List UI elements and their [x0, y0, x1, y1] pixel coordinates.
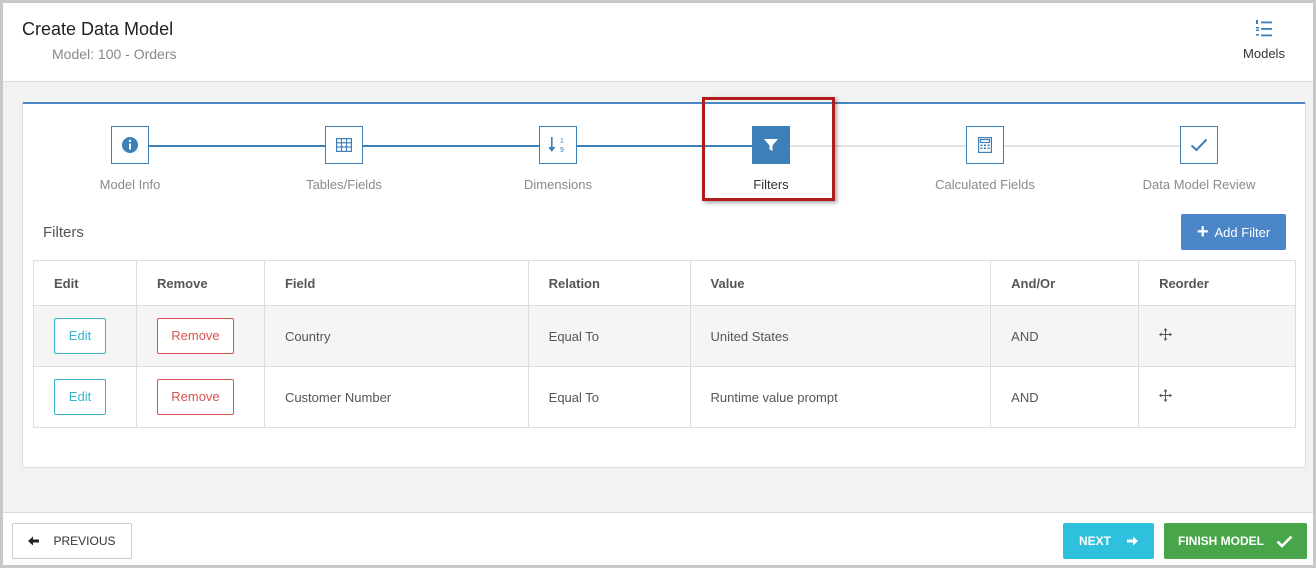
move-arrows-icon[interactable]	[1159, 328, 1173, 344]
column-header: Value	[689, 260, 992, 306]
step-connector	[149, 145, 325, 147]
step-label: Calculated Fields	[935, 177, 1035, 192]
page-subtitle: Model: 100 - Orders	[52, 46, 177, 62]
next-label: NEXT	[1078, 534, 1111, 548]
step-label: Filters	[753, 177, 789, 192]
reorder-cell	[1138, 366, 1296, 428]
add-filter-label: Add Filter	[1214, 224, 1271, 240]
column-header: And/Or	[990, 260, 1140, 306]
arrow-right-icon	[1127, 536, 1138, 546]
remove-button[interactable]: Remove	[156, 318, 234, 354]
step-label: Tables/Fields	[306, 177, 382, 192]
field-cell: Country	[263, 305, 529, 367]
page-title: Create Data Model	[22, 19, 174, 39]
step-connector	[363, 145, 539, 147]
checkmark-icon	[1276, 535, 1293, 548]
arrow-left-icon	[28, 536, 40, 546]
sort-numeric-icon[interactable]: 19	[539, 126, 577, 164]
list-numbered-icon	[1256, 20, 1272, 37]
wizard-card: Model Info Tables/Fields 19 Dimensions F…	[22, 97, 1307, 468]
svg-text:9: 9	[560, 147, 564, 154]
plus-icon: +	[1196, 221, 1209, 243]
step-connector	[1004, 145, 1180, 147]
column-header: Relation	[527, 260, 691, 306]
move-arrows-icon[interactable]	[1159, 389, 1173, 405]
value-cell: United States	[689, 305, 992, 367]
andor-cell: AND	[990, 305, 1140, 367]
edit-cell: Edit	[33, 366, 137, 428]
remove-cell: Remove	[135, 366, 265, 428]
value-cell: Runtime value prompt	[689, 366, 992, 428]
column-header: Field	[263, 260, 529, 306]
relation-cell: Equal To	[527, 366, 691, 428]
finish-label: FINISH MODEL	[1178, 534, 1264, 548]
previous-label: PREVIOUS	[53, 534, 116, 548]
wizard-footer: PREVIOUS NEXT FINISH MODEL	[3, 512, 1313, 565]
column-header: Edit	[33, 260, 137, 306]
edit-cell: Edit	[33, 305, 137, 367]
edit-button[interactable]: Edit	[54, 318, 106, 354]
andor-cell: AND	[990, 366, 1140, 428]
step-connector	[577, 145, 752, 147]
next-button[interactable]: NEXT	[1063, 523, 1154, 559]
table-row: Edit Remove Country Equal To United Stat…	[33, 305, 1296, 367]
filters-table: Edit Remove Field Relation Value And/Or …	[33, 260, 1296, 428]
step-label: Data Model Review	[1142, 177, 1256, 192]
column-header: Reorder	[1138, 260, 1296, 306]
remove-button[interactable]: Remove	[156, 379, 234, 415]
column-header: Remove	[135, 260, 265, 306]
remove-cell: Remove	[135, 305, 265, 367]
reorder-cell	[1138, 305, 1296, 367]
section-title: Filters	[43, 224, 84, 241]
page-header: Create Data Model Model: 100 - Orders Mo…	[3, 3, 1313, 82]
filter-icon[interactable]	[752, 126, 790, 164]
relation-cell: Equal To	[527, 305, 691, 367]
calculator-icon[interactable]	[966, 126, 1004, 164]
svg-text:1: 1	[560, 138, 564, 145]
step-label: Model Info	[99, 177, 161, 192]
previous-button[interactable]: PREVIOUS	[12, 523, 132, 559]
step-connector	[790, 145, 966, 147]
table-grid-icon[interactable]	[325, 126, 363, 164]
table-row: Edit Remove Customer Number Equal To Run…	[33, 366, 1296, 428]
field-cell: Customer Number	[263, 366, 529, 428]
models-label: Models	[1243, 46, 1285, 61]
add-filter-button[interactable]: + Add Filter	[1181, 214, 1286, 250]
info-icon[interactable]	[111, 126, 149, 164]
finish-model-button[interactable]: FINISH MODEL	[1164, 523, 1307, 559]
check-icon[interactable]	[1180, 126, 1218, 164]
step-label: Dimensions	[524, 177, 592, 192]
table-header-row: Edit Remove Field Relation Value And/Or …	[33, 260, 1296, 306]
models-button[interactable]: Models	[1229, 15, 1299, 65]
edit-button[interactable]: Edit	[54, 379, 106, 415]
wizard-stepper: Model Info Tables/Fields 19 Dimensions F…	[23, 97, 1307, 204]
